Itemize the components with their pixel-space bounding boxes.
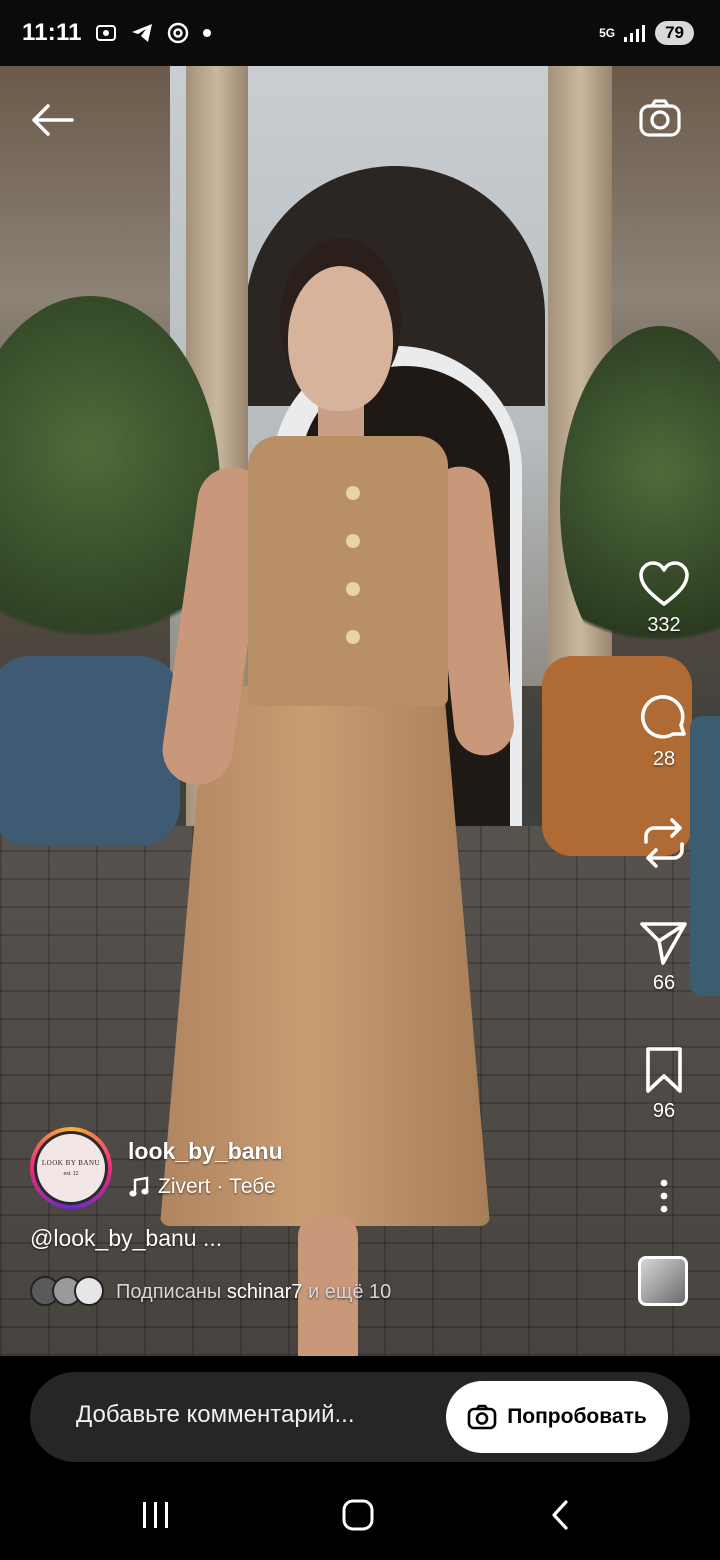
model-button — [346, 486, 360, 500]
model-button — [346, 582, 360, 596]
send-icon — [640, 922, 687, 965]
try-effect-button[interactable]: Попробовать — [446, 1381, 668, 1453]
signal-icon — [623, 23, 647, 43]
repost-button[interactable] — [628, 816, 700, 870]
music-artist: Zivert — [158, 1174, 211, 1198]
status-bar: 11:11 5G 79 — [0, 0, 720, 66]
bookmark-icon — [646, 1047, 682, 1093]
status-left: 11:11 — [22, 19, 212, 47]
followed-suffix: и ещё 10 — [302, 1280, 392, 1303]
author-text: look_by_banu Zivert · Тебе — [128, 1138, 283, 1199]
recents-icon — [143, 1502, 168, 1528]
avatar-logo-text: LOOK BY BANU — [41, 1159, 101, 1167]
author-info: LOOK BY BANU est. 12 look_by_banu Zivert… — [30, 1127, 283, 1209]
try-label: Попробовать — [507, 1405, 647, 1428]
followed-user: schinar7 — [226, 1280, 303, 1303]
model-button — [346, 630, 360, 644]
save-count: 96 — [652, 1100, 676, 1122]
music-separator: · — [210, 1174, 230, 1198]
share-button[interactable]: 66 — [628, 920, 700, 995]
comment-count: 28 — [652, 748, 676, 770]
battery-level: 79 — [655, 21, 694, 45]
heart-icon — [639, 561, 689, 606]
avatar-border: LOOK BY BANU est. 12 — [34, 1131, 108, 1205]
like-button[interactable]: 332 — [628, 560, 700, 637]
share-count: 66 — [652, 972, 676, 994]
camera-small-icon — [467, 1404, 497, 1430]
save-button[interactable]: 96 — [628, 1046, 700, 1123]
camera-icon — [639, 99, 681, 137]
telegram-icon — [130, 21, 154, 45]
comment-placeholder: Добавьте комментарий... — [76, 1401, 355, 1428]
post-caption[interactable]: @look_by_banu ... — [30, 1225, 222, 1252]
more-options-button[interactable] — [628, 1178, 700, 1214]
network-type: 5G — [599, 27, 615, 39]
model-top — [248, 436, 448, 706]
back-icon — [552, 1500, 568, 1530]
comment-input[interactable]: Добавьте комментарий... Попробовать — [30, 1372, 690, 1462]
system-nav-bar — [0, 1470, 720, 1560]
follower-avatar — [74, 1276, 104, 1306]
back-arrow-icon — [32, 104, 74, 136]
back-nav-button[interactable] — [530, 1492, 590, 1538]
notification-dot-icon — [202, 28, 212, 38]
music-subtitle: Тебе — [229, 1174, 276, 1198]
home-button[interactable] — [328, 1492, 388, 1538]
avatar-sub-text: est. 12 — [63, 1171, 79, 1177]
status-right: 5G 79 — [599, 21, 694, 45]
screenshot-icon — [94, 21, 118, 45]
comment-icon — [641, 695, 686, 739]
music-note-icon — [129, 1176, 149, 1196]
status-time: 11:11 — [22, 19, 82, 46]
music-track: Zivert · Тебе — [158, 1175, 276, 1199]
recents-button[interactable] — [126, 1492, 186, 1538]
audio-thumbnail[interactable] — [638, 1256, 688, 1306]
comment-button[interactable]: 28 — [628, 692, 700, 771]
back-button[interactable] — [28, 96, 76, 144]
avatar-logo: LOOK BY BANU est. 12 — [37, 1134, 105, 1202]
username[interactable]: look_by_banu — [128, 1138, 283, 1165]
more-icon — [660, 1179, 668, 1213]
music-info[interactable]: Zivert · Тебе — [128, 1175, 283, 1199]
repost-icon — [644, 818, 684, 868]
at-sign-icon — [166, 21, 190, 45]
comment-area: Добавьте комментарий... Попробовать — [0, 1356, 720, 1470]
home-icon — [342, 1499, 374, 1531]
followed-by[interactable]: Подписаны schinar7 и ещё 10 — [30, 1276, 391, 1308]
like-count: 332 — [647, 614, 681, 636]
followed-text: Подписаны schinar7 и ещё 10 — [116, 1281, 391, 1304]
network-label: 5G — [599, 26, 616, 40]
model-button — [346, 534, 360, 548]
author-avatar[interactable]: LOOK BY BANU est. 12 — [30, 1127, 112, 1209]
model-head — [288, 266, 393, 411]
follower-avatars — [30, 1276, 104, 1308]
followed-prefix: Подписаны — [116, 1280, 227, 1303]
camera-button[interactable] — [634, 92, 686, 144]
